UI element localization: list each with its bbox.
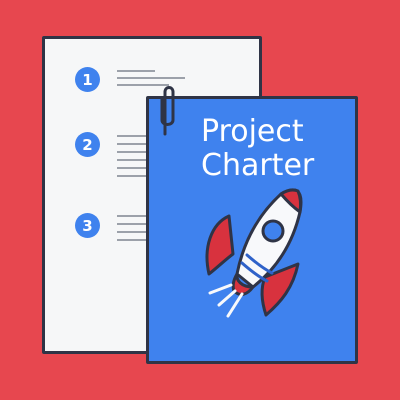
title-line-charter: Charter — [201, 148, 315, 183]
step-1-line-1 — [117, 70, 155, 72]
step-1-line-2 — [117, 77, 185, 79]
step-2-badge: 2 — [75, 132, 100, 157]
step-3-badge: 3 — [75, 213, 100, 238]
title-line-project: Project — [201, 114, 304, 149]
rocket-icon — [205, 188, 303, 318]
paperclip-icon — [160, 86, 175, 136]
step-1-badge: 1 — [75, 67, 100, 92]
